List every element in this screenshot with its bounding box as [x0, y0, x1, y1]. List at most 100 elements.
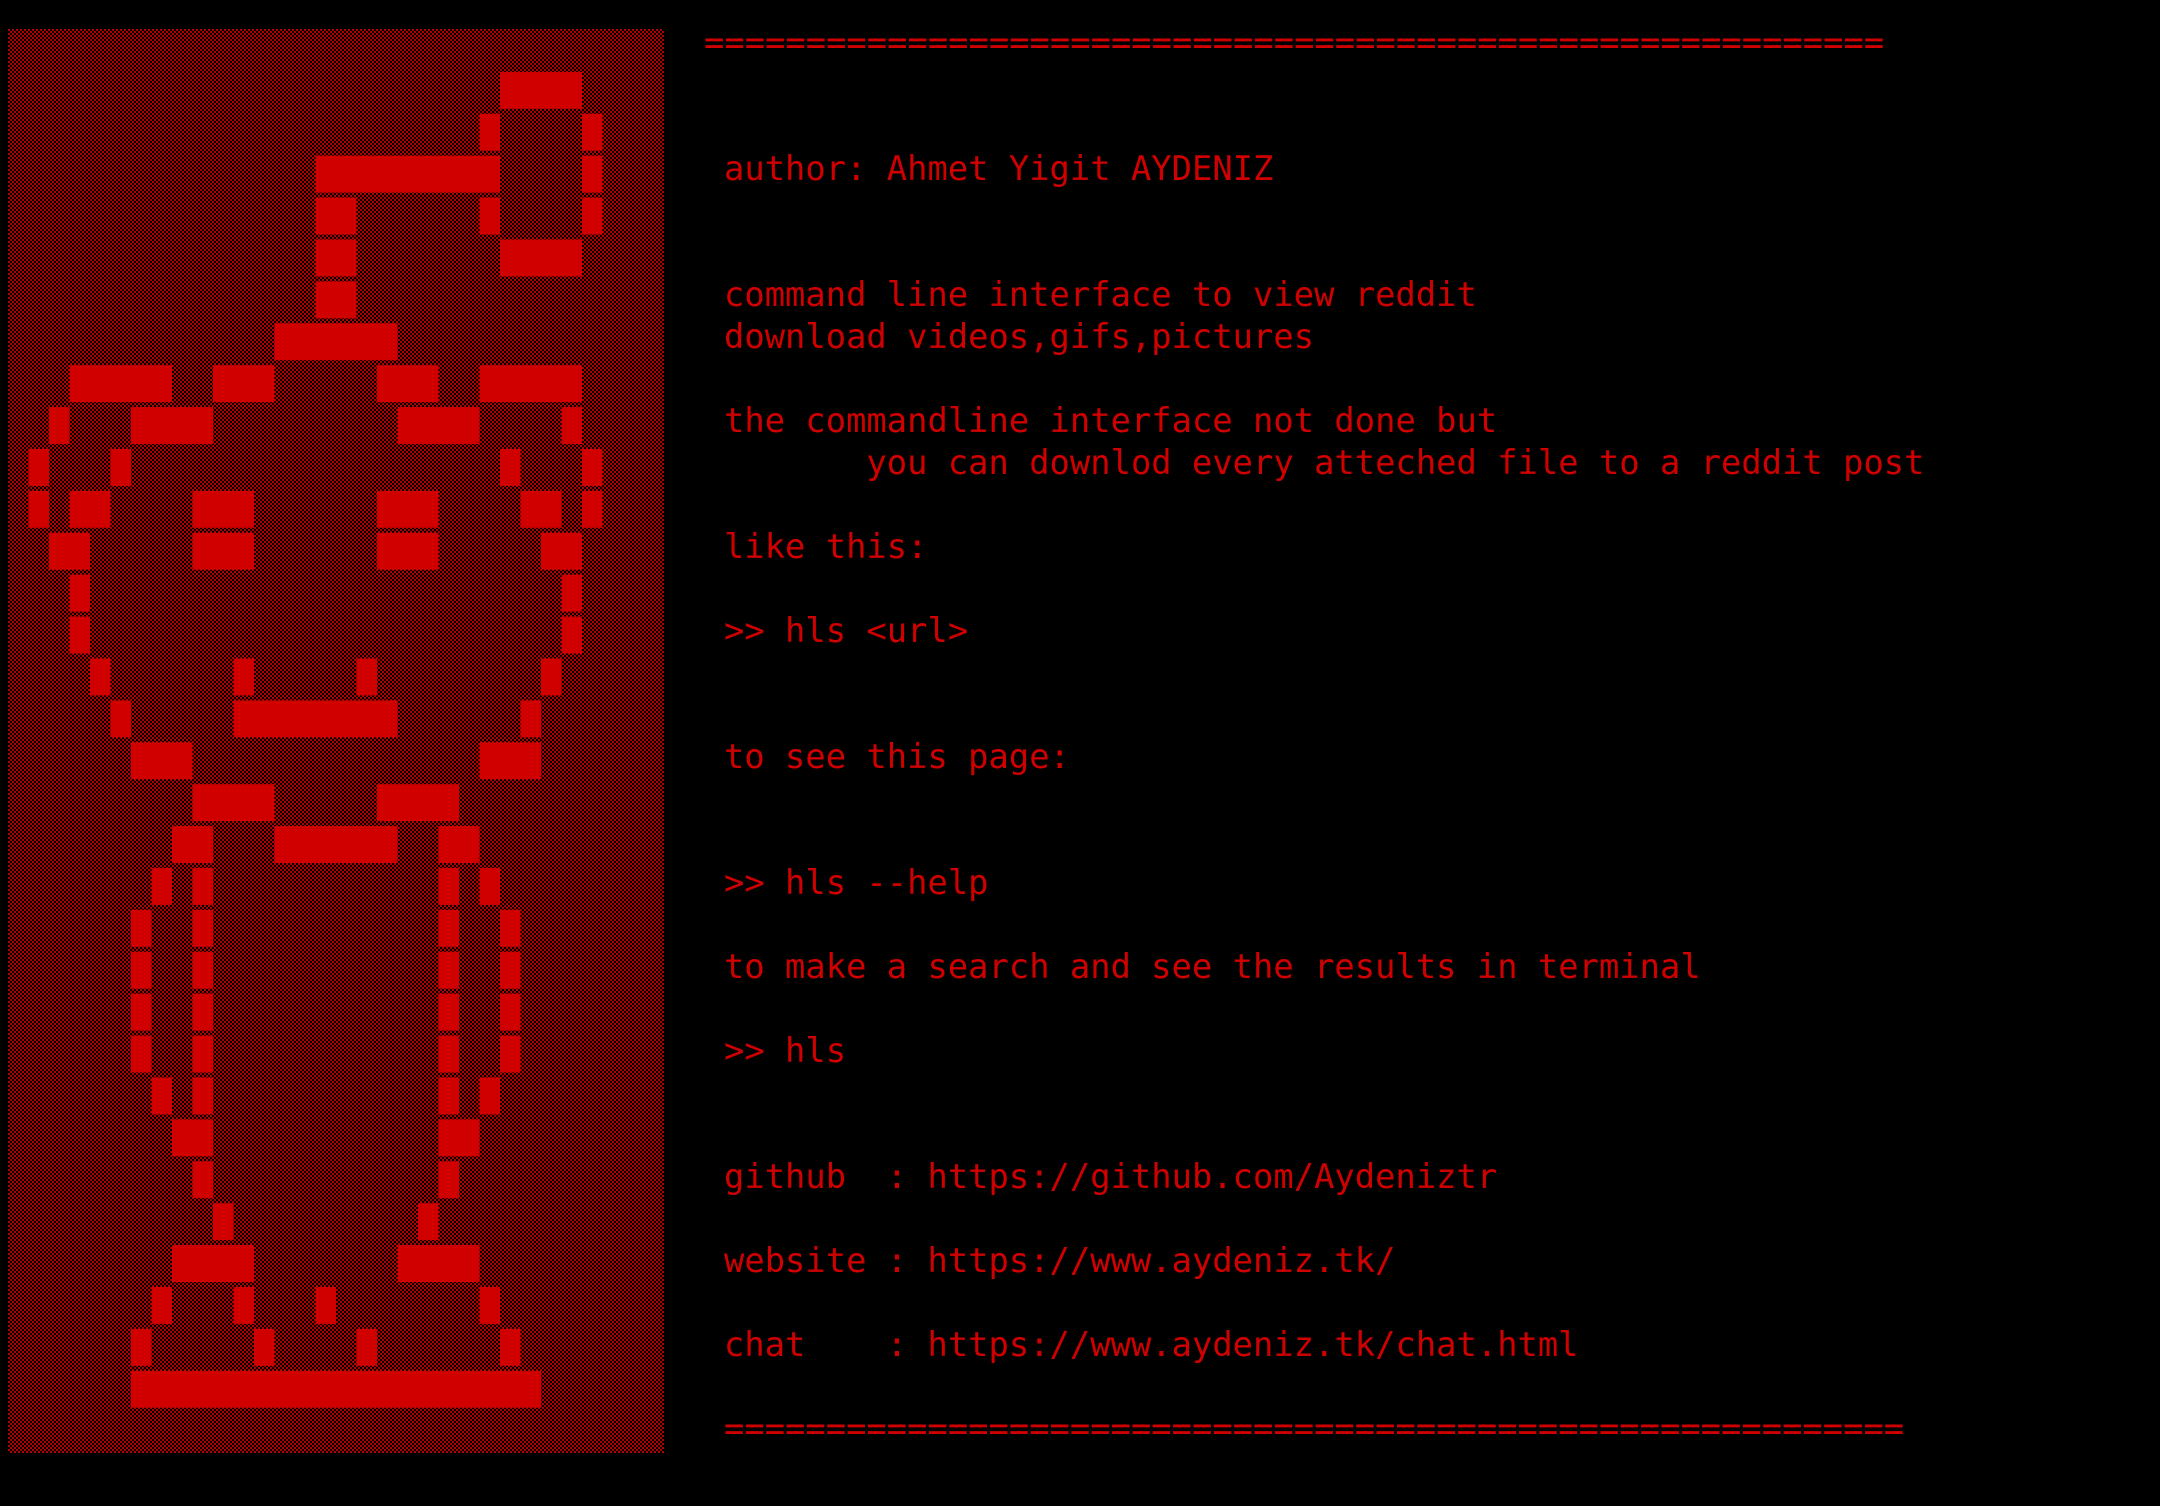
- art-block: [192, 1035, 213, 1073]
- art-block: [561, 574, 582, 612]
- art-block: [397, 407, 480, 444]
- art-block: [500, 951, 521, 989]
- art-block: [438, 951, 459, 989]
- art-block: [192, 1161, 213, 1199]
- art-block: [479, 742, 541, 780]
- github-link: github : https://github.com/Aydeniztr: [724, 1157, 1498, 1196]
- art-block: [172, 1245, 254, 1282]
- art-block: [479, 1287, 500, 1324]
- art-block: [69, 490, 111, 528]
- art-block: [172, 1119, 213, 1157]
- art-block: [192, 993, 213, 1031]
- art-block: [192, 784, 275, 822]
- art-block: [90, 658, 111, 696]
- art-block: [49, 532, 90, 570]
- see-page-line: to see this page:: [724, 737, 1070, 776]
- art-block: [356, 1328, 377, 1366]
- art-block: [274, 323, 398, 361]
- art-block: [28, 449, 49, 486]
- description-line-2: download videos,gifs,pictures: [724, 317, 1315, 356]
- art-block: [192, 490, 254, 528]
- art-block: [315, 1287, 336, 1324]
- art-block: [213, 1203, 234, 1241]
- art-block: [500, 1035, 521, 1073]
- art-block: [192, 1077, 213, 1115]
- art-block: [69, 574, 90, 612]
- art-block: [49, 407, 70, 444]
- like-this-line: like this:: [724, 527, 928, 566]
- author-line: author: Ahmet Yigit AYDENIZ: [724, 149, 1274, 188]
- art-block: [541, 658, 562, 696]
- art-block: [377, 784, 459, 822]
- art-block: [131, 1370, 541, 1408]
- note-line-1: the commandline interface not done but: [724, 401, 1498, 440]
- art-block: [233, 658, 254, 696]
- art-block: [500, 71, 582, 109]
- description-line-1: command line interface to view reddit: [724, 275, 1477, 314]
- art-block: [438, 993, 459, 1031]
- art-block: [479, 113, 500, 151]
- art-block: [479, 1077, 500, 1115]
- art-block: [377, 490, 439, 528]
- art-block: [315, 281, 357, 319]
- art-block: [438, 868, 459, 905]
- art-block: [131, 951, 152, 989]
- art-block: [438, 1035, 459, 1073]
- art-block: [520, 490, 562, 528]
- art-block: [131, 993, 152, 1031]
- art-block: [561, 616, 582, 654]
- art-block: [110, 449, 131, 486]
- art-block: [541, 532, 582, 570]
- art-block: [69, 616, 90, 654]
- art-block: [110, 700, 131, 738]
- art-block: [131, 909, 152, 947]
- art-block: [438, 1119, 480, 1157]
- art-block: [151, 1287, 172, 1324]
- art-block: [377, 365, 439, 403]
- art-block: [500, 449, 521, 486]
- art-block: [254, 1328, 275, 1366]
- art-block: [233, 1287, 254, 1324]
- art-block: [582, 449, 603, 486]
- art-block: [192, 951, 213, 989]
- art-block: [377, 532, 439, 570]
- ascii-skull-art: [8, 29, 664, 1453]
- art-block: [479, 868, 500, 905]
- command-help: >> hls --help: [724, 863, 989, 902]
- art-block: [172, 826, 213, 863]
- art-block: [131, 407, 213, 444]
- art-block: [520, 700, 541, 738]
- art-block: [151, 1077, 172, 1115]
- art-block: [356, 658, 377, 696]
- art-block: [438, 1077, 459, 1115]
- art-block: [131, 742, 193, 780]
- art-block: [438, 1161, 459, 1199]
- art-block: [582, 490, 603, 528]
- art-block: [131, 1328, 152, 1366]
- art-block: [500, 993, 521, 1031]
- art-block: [69, 365, 172, 403]
- art-block: [479, 365, 582, 403]
- website-link: website : https://www.aydeniz.tk/: [724, 1241, 1396, 1280]
- art-block: [315, 239, 357, 277]
- art-block: [438, 909, 459, 947]
- art-block: [151, 868, 172, 905]
- bottom-rule: ========================================…: [724, 1409, 1905, 1448]
- art-block: [131, 1035, 152, 1073]
- top-rule: ========================================…: [704, 23, 1885, 62]
- command-hls: >> hls: [724, 1031, 847, 1070]
- chat-link: chat : https://www.aydeniz.tk/chat.html: [724, 1325, 1579, 1364]
- art-block: [397, 1245, 480, 1282]
- art-block: [315, 155, 500, 193]
- command-url: >> hls <url>: [724, 611, 969, 650]
- art-block: [192, 909, 213, 947]
- art-block: [213, 365, 275, 403]
- art-block: [315, 197, 357, 235]
- art-block: [582, 113, 603, 151]
- art-block: [274, 826, 398, 863]
- art-block: [192, 868, 213, 905]
- art-block: [438, 826, 480, 863]
- art-block: [233, 700, 398, 738]
- art-block: [500, 909, 521, 947]
- search-info-line: to make a search and see the results in …: [724, 947, 1701, 986]
